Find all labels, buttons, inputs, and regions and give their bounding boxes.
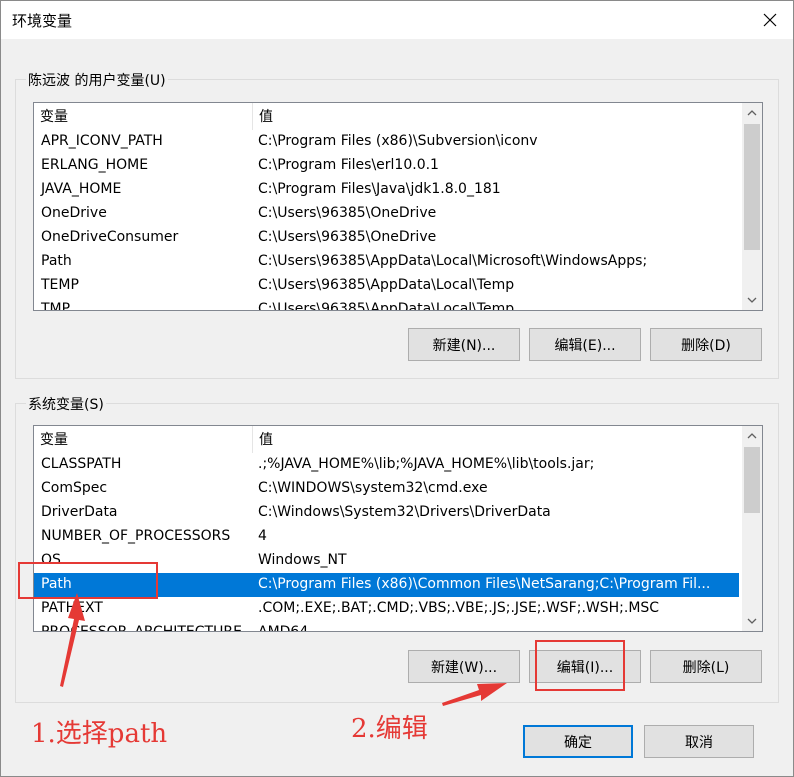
table-row[interactable]: OneDriveConsumer C:\Users\96385\OneDrive xyxy=(34,226,739,250)
system-variables-label: 系统变量(S) xyxy=(26,394,106,414)
variable-name-cell: NUMBER_OF_PROCESSORS xyxy=(41,528,231,544)
scroll-down-button[interactable] xyxy=(742,611,762,631)
user-new-button[interactable]: 新建(N)... xyxy=(408,328,520,361)
chevron-down-icon xyxy=(747,297,757,303)
variable-value-cell: C:\Program Files\erl10.0.1 xyxy=(258,157,439,173)
user-variables-label: 陈远波 的用户变量(U) xyxy=(26,70,168,90)
variable-value-cell: C:\Program Files\Java\jdk1.8.0_181 xyxy=(258,181,501,197)
window-title: 环境变量 xyxy=(12,12,73,30)
scroll-down-button[interactable] xyxy=(742,290,762,310)
table-row[interactable]: TEMP C:\Users\96385\AppData\Local\Temp xyxy=(34,274,739,298)
column-header-value[interactable]: 值 xyxy=(253,426,739,453)
user-delete-button[interactable]: 删除(D) xyxy=(650,328,762,361)
step2-annotation: 2.编辑 xyxy=(351,714,428,744)
chevron-up-icon xyxy=(747,433,757,439)
variable-value-cell: C:\Users\96385\OneDrive xyxy=(258,205,437,221)
table-row[interactable]: CLASSPATH .;%JAVA_HOME%\lib;%JAVA_HOME%\l… xyxy=(34,453,739,477)
scroll-thumb[interactable] xyxy=(744,124,760,250)
arrow-right-annotation xyxy=(442,683,507,706)
variable-name-cell: ComSpec xyxy=(41,480,108,496)
variable-name-cell: CLASSPATH xyxy=(41,456,122,472)
table-row[interactable]: DriverData C:\Windows\System32\Drivers\Dr… xyxy=(34,501,739,525)
table-row[interactable]: TMP C:\Users\96385\AppData\Local\Temp xyxy=(34,298,739,311)
variable-name-cell: TEMP xyxy=(41,277,79,293)
variable-name-cell: DriverData xyxy=(41,504,118,520)
system-delete-button[interactable]: 删除(L) xyxy=(650,650,762,683)
user-list-scrollbar[interactable] xyxy=(742,103,762,310)
variable-value-cell: .;%JAVA_HOME%\lib;%JAVA_HOME%\lib\tools.… xyxy=(258,456,595,472)
column-header-value[interactable]: 值 xyxy=(253,103,739,130)
variable-value-cell: Windows_NT xyxy=(258,552,347,568)
table-row[interactable]: PATHEXT.COM;.EXE;.BAT;.CMD;.VBS;.VBE;.JS… xyxy=(34,597,739,621)
table-row[interactable]: ERLANG_HOME C:\Program Files\erl10.0.1 xyxy=(34,154,739,178)
scroll-thumb[interactable] xyxy=(744,447,760,513)
variable-name-cell: TMP xyxy=(41,301,71,311)
variable-value-cell: .COM;.EXE;.BAT;.CMD;.VBS;.VBE;.JS;.JSE;.… xyxy=(258,600,660,616)
ok-button[interactable]: 确定 xyxy=(523,725,633,758)
scroll-up-button[interactable] xyxy=(742,103,762,123)
variable-value-cell: 4 xyxy=(258,528,267,544)
system-variables-list[interactable]: 变量 值 CLASSPATH .;%JAVA_HOME%\lib;%JAVA_HO… xyxy=(33,425,763,632)
user-variables-list[interactable]: 变量 值 APR_ICONV_PATH C:\Program Files (x86… xyxy=(33,102,763,311)
close-icon xyxy=(763,13,777,27)
variable-value-cell: C:\Users\96385\AppData\Local\Temp xyxy=(258,301,515,311)
variable-name-cell: OneDriveConsumer xyxy=(41,229,179,245)
variable-name-cell: OneDrive xyxy=(41,205,107,221)
variable-value-cell: C:\Windows\System32\Drivers\DriverData xyxy=(258,504,551,520)
variable-value-cell: C:\Users\96385\OneDrive xyxy=(258,229,437,245)
variable-name-cell: ERLANG_HOME xyxy=(41,157,149,173)
variable-value-cell: C:\WINDOWS\system32\cmd.exe xyxy=(258,480,488,496)
table-row[interactable]: OneDrive C:\Users\96385\OneDrive xyxy=(34,202,739,226)
arrow-up-annotation xyxy=(60,593,85,687)
environment-variables-dialog: 环境变量 陈远波 的用户变量(U) 变量 值 APR_ICONV_PATH C:\… xyxy=(0,0,794,777)
column-header-variable[interactable]: 变量 xyxy=(34,103,253,130)
table-row[interactable]: ComSpec C:\WINDOWS\system32\cmd.exe xyxy=(34,477,739,501)
edit-highlight-box xyxy=(535,640,625,691)
variable-name-cell: Path xyxy=(41,253,72,269)
system-list-scrollbar[interactable] xyxy=(742,426,762,631)
variable-name-cell: APR_ICONV_PATH xyxy=(41,133,163,149)
chevron-down-icon xyxy=(747,618,757,624)
step1-annotation: 1.选择path xyxy=(31,719,168,749)
variable-value-cell: C:\Program Files (x86)\Common Files\NetS… xyxy=(258,576,711,592)
cancel-button[interactable]: 取消 xyxy=(644,725,754,758)
scroll-up-button[interactable] xyxy=(742,426,762,446)
table-row[interactable]: JAVA_HOME C:\Program Files\Java\jdk1.8.0_… xyxy=(34,178,739,202)
chevron-up-icon xyxy=(747,110,757,116)
variable-value-cell: C:\Program Files (x86)\Subversion\iconv xyxy=(258,133,538,149)
user-edit-button[interactable]: 编辑(E)... xyxy=(529,328,641,361)
variable-value-cell: AMD64 xyxy=(258,624,309,632)
title-bar: 环境变量 xyxy=(1,1,793,39)
close-button[interactable] xyxy=(747,1,793,39)
table-row[interactable]: Path C:\Users\96385\AppData\Local\Microso… xyxy=(34,250,739,274)
variable-value-cell: C:\Users\96385\AppData\Local\Microsoft\W… xyxy=(258,253,648,269)
table-row[interactable]: PROCESSOR_ARCHITECTURE AMD64 xyxy=(34,621,739,632)
column-header-variable[interactable]: 变量 xyxy=(34,426,253,453)
table-row[interactable]: NUMBER_OF_PROCESSORS 4 xyxy=(34,525,739,549)
table-row[interactable]: APR_ICONV_PATH C:\Program Files (x86)\Sub… xyxy=(34,130,739,154)
variable-name-cell: JAVA_HOME xyxy=(41,181,122,197)
variable-value-cell: C:\Users\96385\AppData\Local\Temp xyxy=(258,277,515,293)
